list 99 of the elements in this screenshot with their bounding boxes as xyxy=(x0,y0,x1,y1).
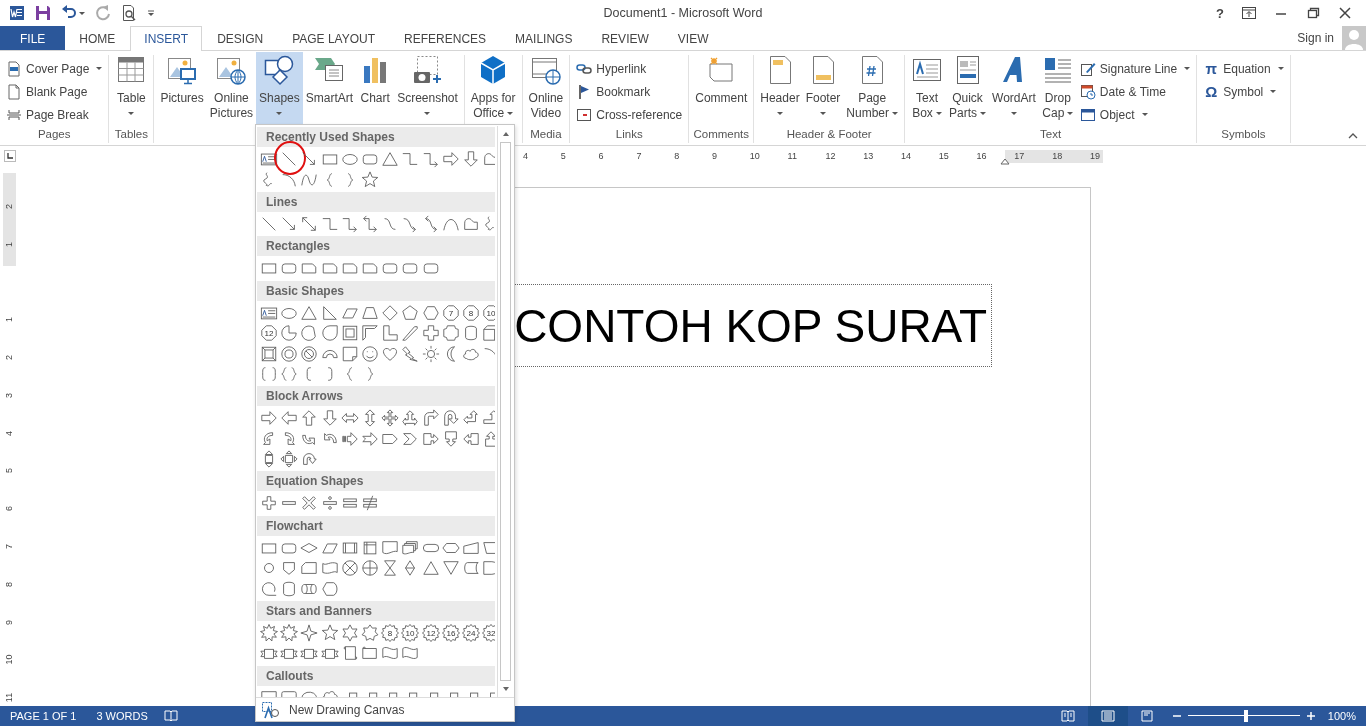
ruler-number: 1 xyxy=(5,241,14,247)
ribbon-button[interactable]: Cross-reference xyxy=(573,103,686,126)
octagon-icon[interactable]: 7 xyxy=(441,303,460,322)
glyph-icon: π xyxy=(1203,60,1220,77)
ribbon-tab[interactable]: VIEW xyxy=(663,26,723,50)
star-burst-icon[interactable]: 16 xyxy=(441,624,460,643)
ribbon-button[interactable]: Object xyxy=(1076,103,1194,126)
group-label: Symbols xyxy=(1220,128,1267,142)
ruler-number: 14 xyxy=(900,149,911,163)
ruler-number: 17 xyxy=(1014,149,1025,163)
ribbon-button[interactable]: Date & Time xyxy=(1076,80,1194,103)
ruler-number: 1 xyxy=(5,317,14,323)
ruler-number: 8 xyxy=(674,149,680,163)
ruler-number: 13 xyxy=(863,149,874,163)
ribbon-button[interactable]: Online Pictures xyxy=(206,52,257,126)
sign-in-link[interactable]: Sign in xyxy=(1289,26,1342,50)
ribbon-button[interactable]: Page Break xyxy=(3,103,106,126)
section-header: Rectangles xyxy=(257,236,495,257)
ribbon-button[interactable]: Online Video xyxy=(525,52,567,126)
ruler-number: 3 xyxy=(5,392,14,398)
ribbon-button[interactable]: Page Number xyxy=(843,52,901,126)
ribbon-tab[interactable]: DESIGN xyxy=(203,26,278,50)
ribbon-button[interactable]: Hyperlink xyxy=(573,57,686,80)
ruler-number: 2 xyxy=(5,355,14,360)
ribbon-tab[interactable]: REVIEW xyxy=(587,26,663,50)
ribbon-tab[interactable]: MAILINGS xyxy=(501,26,587,50)
zoom-level[interactable]: 100% xyxy=(1319,710,1366,722)
help-button[interactable]: ? xyxy=(1216,5,1224,21)
ribbon-button[interactable]: Footer xyxy=(802,52,844,126)
ruler-number: 11 xyxy=(787,149,797,163)
ruler-number: 18 xyxy=(1052,149,1063,163)
ruler-number: 7 xyxy=(5,543,14,549)
ruler-number: 16 xyxy=(976,149,987,163)
ruler-number: 10 xyxy=(5,654,14,665)
ruler-number: 10 xyxy=(749,149,760,163)
page-count[interactable]: PAGE 1 OF 1 xyxy=(0,710,87,722)
ribbon-tab[interactable]: REFERENCES xyxy=(390,26,501,50)
ruler-number: 4 xyxy=(523,149,528,163)
glyph-icon: Ω xyxy=(1203,83,1220,100)
star-burst-icon[interactable]: 8 xyxy=(381,624,400,643)
star-burst-icon[interactable]: 12 xyxy=(421,624,440,643)
ribbon-tab[interactable]: HOME xyxy=(65,26,130,50)
ruler-number: 5 xyxy=(560,149,566,163)
ribbon-button[interactable]: Bookmark xyxy=(573,80,686,103)
ribbon-button[interactable]: Signature Line xyxy=(1076,57,1194,80)
ruler-number: 11 xyxy=(5,693,14,703)
section-header: Block Arrows xyxy=(257,386,495,407)
ribbon-button[interactable]: Drop Cap xyxy=(1038,52,1077,126)
section-header: Stars and Banners xyxy=(257,600,495,621)
window-title: Document1 - Microsoft Word xyxy=(603,6,763,20)
ruler-number: 4 xyxy=(5,430,14,436)
ruler-number: 12 xyxy=(825,149,836,163)
ribbon-tab[interactable]: FILE xyxy=(0,26,66,50)
ribbon-button[interactable]: Blank Page xyxy=(3,80,106,103)
octagon-icon[interactable]: 12 xyxy=(260,324,279,343)
ribbon-button[interactable]: Pictures xyxy=(157,52,207,126)
ribbon-button[interactable]: π Equation xyxy=(1200,57,1287,80)
star-burst-icon[interactable]: 10 xyxy=(401,624,420,643)
ribbon-button[interactable]: Shapes xyxy=(256,52,303,126)
group-label: Header & Footer xyxy=(785,128,873,142)
ribbon-button[interactable]: Text Box xyxy=(908,52,946,126)
group-label: Media xyxy=(529,128,563,142)
ribbon-button[interactable]: Table xyxy=(112,52,151,126)
ruler-number: 6 xyxy=(598,149,604,163)
star-burst-icon[interactable]: 32 xyxy=(482,624,495,643)
star-burst-icon[interactable]: 24 xyxy=(461,624,480,643)
octagon-icon[interactable]: 10 xyxy=(482,303,495,322)
ruler-number: 7 xyxy=(636,149,642,163)
ribbon-button[interactable]: Quick Parts xyxy=(946,52,990,126)
ruler-number: 19 xyxy=(1089,149,1100,163)
section-header: Flowchart xyxy=(257,515,495,536)
ribbon-button[interactable]: Chart xyxy=(356,52,395,126)
ribbon-button[interactable]: Ω Symbol xyxy=(1200,80,1287,103)
group-label: Tables xyxy=(113,128,149,142)
ribbon-tab[interactable]: INSERT xyxy=(130,26,203,51)
group-label: Pages xyxy=(36,128,72,142)
section-header: Callouts xyxy=(257,665,495,686)
ruler-number: 2 xyxy=(5,203,14,209)
group-label: Comments xyxy=(692,128,751,142)
ribbon-tab[interactable]: PAGE LAYOUT xyxy=(278,26,390,50)
section-header: Lines xyxy=(257,191,495,212)
ruler-number: 5 xyxy=(5,468,14,474)
group-label: Text xyxy=(1039,128,1063,142)
section-header: Basic Shapes xyxy=(257,280,495,301)
ruler-number: 8 xyxy=(5,581,14,587)
document-heading: CONTOH KOP SURAT xyxy=(514,298,987,353)
ribbon-button[interactable]: Cover Page xyxy=(3,57,106,80)
ruler-number: 6 xyxy=(5,506,14,512)
word-count[interactable]: 3 WORDS xyxy=(86,710,158,722)
ruler-number: 9 xyxy=(5,619,14,625)
octagon-icon[interactable]: 8 xyxy=(461,303,480,322)
section-header: Recently Used Shapes xyxy=(257,127,495,147)
section-header: Equation Shapes xyxy=(257,471,495,492)
group-label: Links xyxy=(614,128,644,142)
ruler-number: 15 xyxy=(938,149,949,163)
ribbon-button[interactable]: Comment xyxy=(692,52,751,126)
ribbon-button[interactable]: Header xyxy=(757,52,803,126)
ruler-number: 9 xyxy=(712,149,717,163)
ribbon-button[interactable]: WordArt xyxy=(989,52,1039,126)
